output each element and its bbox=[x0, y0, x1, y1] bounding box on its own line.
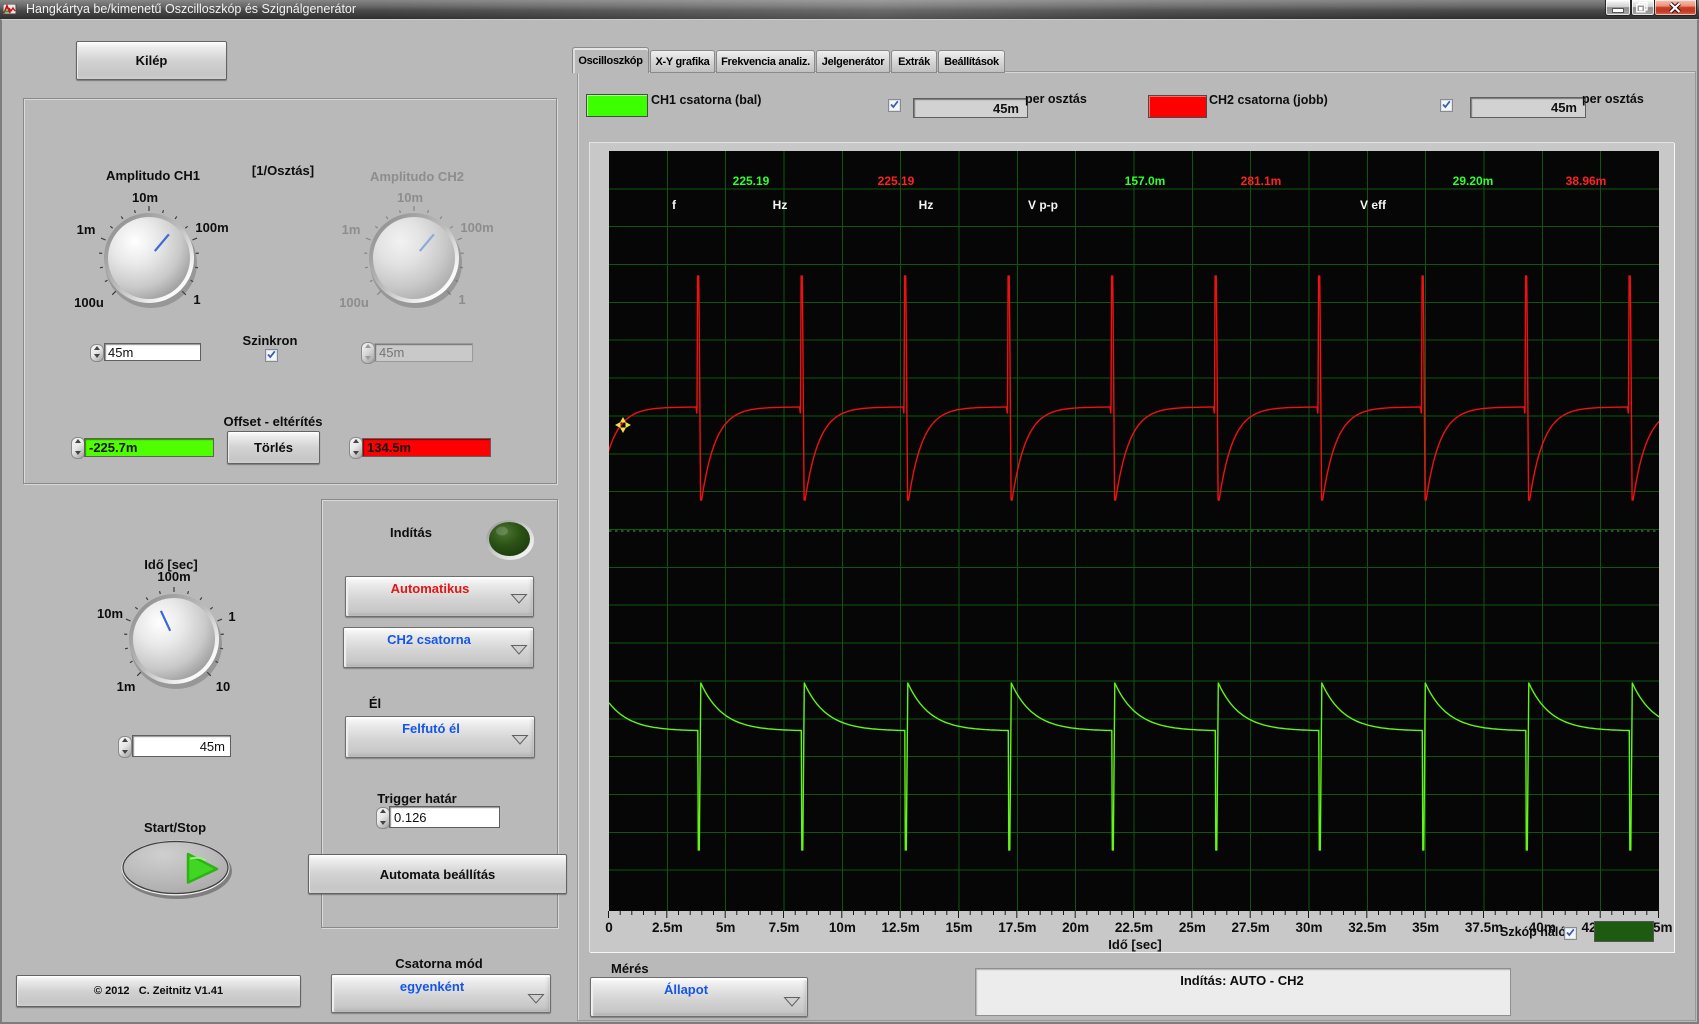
svg-text:Hz: Hz bbox=[919, 198, 934, 212]
svg-text:V eff: V eff bbox=[1360, 198, 1387, 212]
svg-text:225.19: 225.19 bbox=[878, 174, 915, 188]
svg-text:281.1m: 281.1m bbox=[1241, 174, 1282, 188]
svg-text:38.96m: 38.96m bbox=[1566, 174, 1607, 188]
svg-text:225.19: 225.19 bbox=[733, 174, 770, 188]
svg-text:V p-p: V p-p bbox=[1028, 198, 1058, 212]
svg-text:29.20m: 29.20m bbox=[1453, 174, 1494, 188]
svg-text:Hz: Hz bbox=[773, 198, 788, 212]
svg-text:157.0m: 157.0m bbox=[1125, 174, 1166, 188]
